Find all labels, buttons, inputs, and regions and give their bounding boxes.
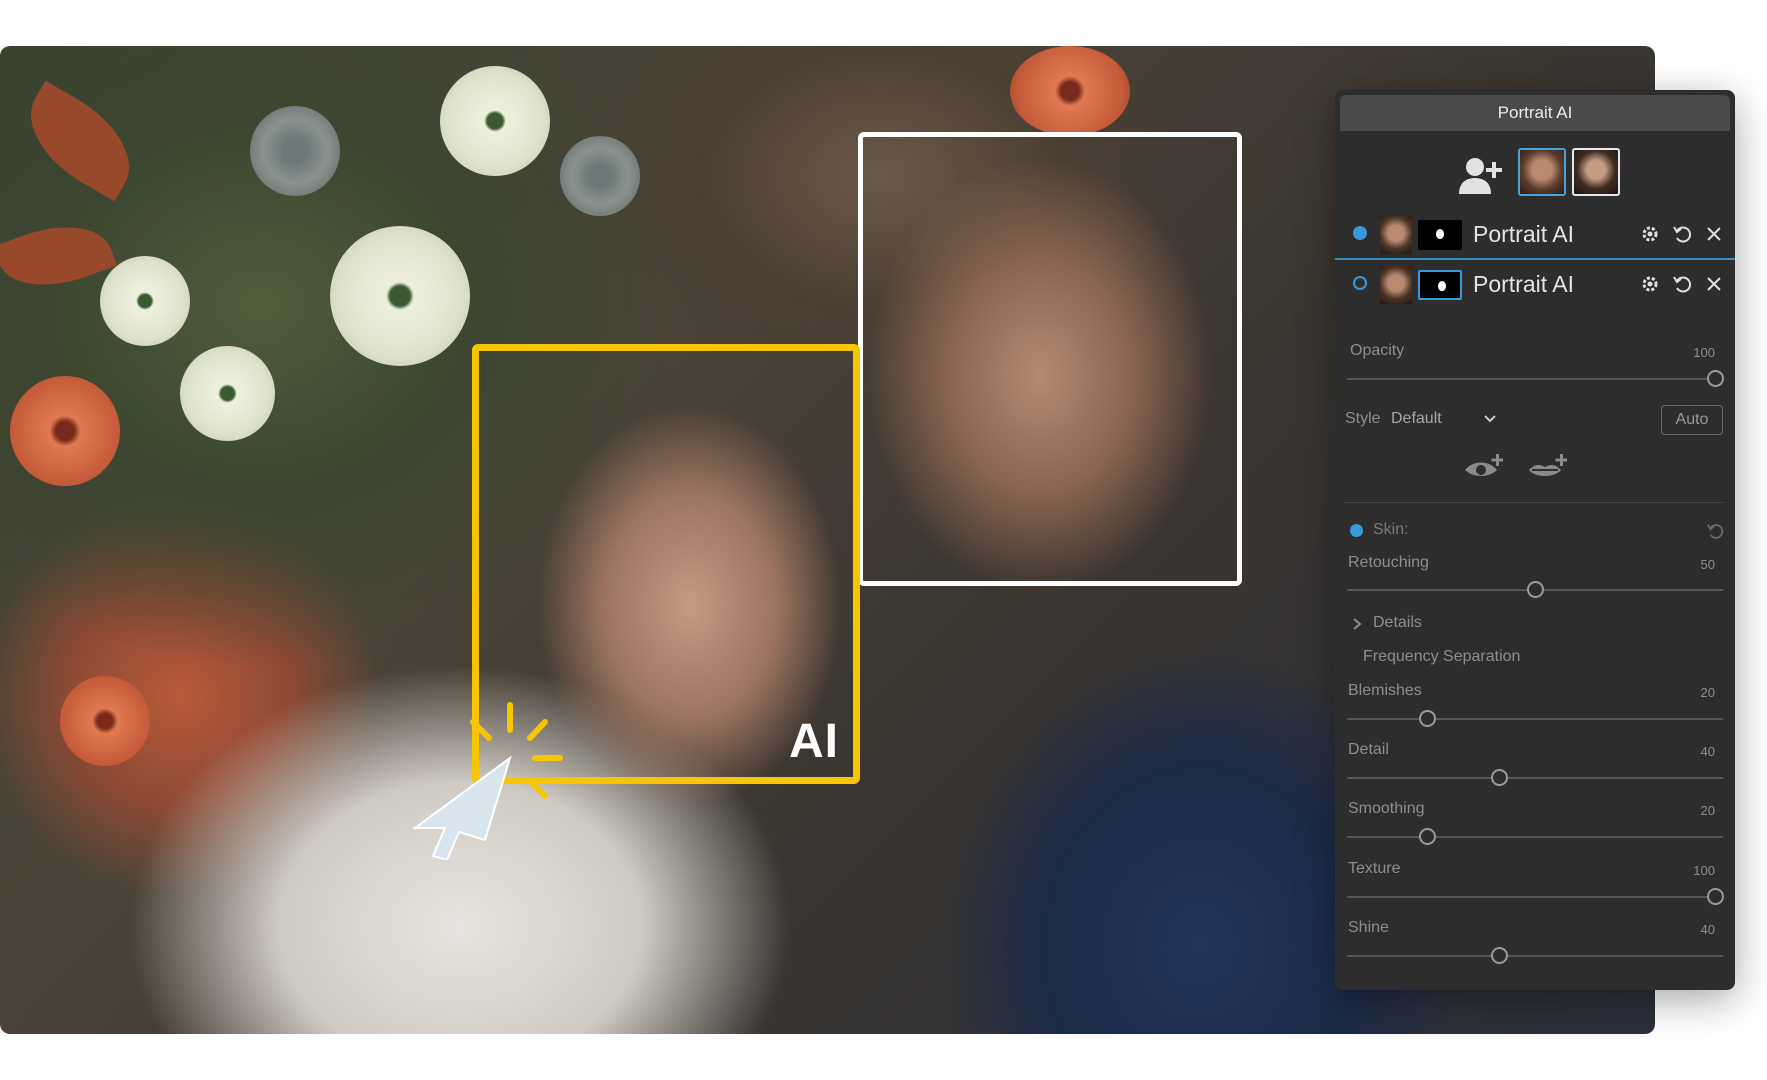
flower-decoration [330,226,470,366]
flower-decoration [440,66,550,176]
portrait-ai-panel: Portrait AI Portrait AI Portrait AI Opac… [1335,90,1735,990]
reset-icon[interactable] [1705,521,1725,546]
retouching-label: Retouching [1348,554,1429,571]
frequency-separation-label: Frequency Separation [1363,648,1521,665]
face-selector [1335,148,1735,208]
style-row: Style Default Auto [1345,405,1725,435]
gear-icon[interactable] [1639,273,1661,295]
flower-decoration [100,256,190,346]
smoothing-value: 20 [1700,803,1715,818]
layer-row[interactable]: Portrait AI [1335,260,1735,308]
auto-button[interactable]: Auto [1661,405,1723,435]
flower-decoration [560,136,640,216]
detail-label: Detail [1348,741,1389,758]
retouching-slider[interactable] [1347,581,1723,598]
blemishes-label: Blemishes [1348,682,1422,699]
detail-value: 40 [1700,744,1715,759]
detected-face-frame[interactable] [858,132,1242,586]
smoothing-slider[interactable] [1347,828,1723,845]
close-icon[interactable] [1703,273,1725,295]
slider-knob[interactable] [1707,370,1724,387]
opacity-slider[interactable] [1347,370,1724,387]
add-lips-icon[interactable] [1527,452,1568,487]
face-thumbnail-man[interactable] [1572,148,1620,196]
layer-thumbnail [1380,266,1412,304]
face-thumbnail-woman[interactable] [1518,148,1566,196]
shine-value: 40 [1700,922,1715,937]
chevron-right-icon[interactable] [1351,616,1363,637]
blemishes-slider[interactable] [1347,710,1723,727]
layer-name: Portrait AI [1473,271,1574,297]
flower-decoration [250,106,340,196]
layer-thumbnail [1380,216,1412,254]
style-dropdown[interactable]: Default [1391,410,1442,428]
slider-knob[interactable] [1707,888,1724,905]
opacity-label: Opacity [1350,342,1405,359]
flower-decoration [10,376,120,486]
retouching-value: 50 [1700,557,1715,572]
texture-slider[interactable] [1347,888,1724,905]
slider-knob[interactable] [1419,710,1436,727]
texture-value: 100 [1693,863,1715,878]
layer-visibility-dot[interactable] [1353,276,1367,290]
slider-knob[interactable] [1491,947,1508,964]
reset-icon[interactable] [1671,223,1693,245]
smoothing-label: Smoothing [1348,800,1425,817]
chevron-down-icon[interactable] [1482,411,1498,432]
blemishes-value: 20 [1700,685,1715,700]
shine-label: Shine [1348,919,1389,936]
texture-label: Texture [1348,860,1401,877]
add-face-icon[interactable] [1457,156,1505,201]
detail-slider[interactable] [1347,769,1723,786]
leaf-decoration [0,208,117,304]
close-icon[interactable] [1703,223,1725,245]
flower-decoration [180,346,275,441]
flower-decoration [1010,46,1130,136]
layer-mask-thumbnail[interactable] [1418,220,1462,250]
layer-row[interactable]: Portrait AI [1335,210,1735,260]
slider-knob[interactable] [1491,769,1508,786]
skin-label: Skin: [1373,521,1409,538]
slider-knob[interactable] [1419,828,1436,845]
gear-icon[interactable] [1639,223,1661,245]
reset-icon[interactable] [1671,273,1693,295]
style-label: Style [1345,410,1381,427]
divider [1345,502,1725,503]
ai-badge: AI [789,715,839,768]
details-toggle[interactable]: Details [1373,614,1422,632]
layer-name: Portrait AI [1473,221,1574,247]
layer-mask-thumbnail[interactable] [1418,270,1462,300]
panel-title: Portrait AI [1340,95,1730,131]
cursor-arrow-icon [405,700,585,862]
slider-knob[interactable] [1527,581,1544,598]
skin-toggle-dot[interactable] [1350,524,1363,537]
add-eye-icon[interactable] [1463,452,1504,487]
leaf-decoration [10,80,150,202]
layer-visibility-dot[interactable] [1353,226,1367,240]
shine-slider[interactable] [1347,947,1723,964]
opacity-value: 100 [1693,345,1715,360]
flower-decoration [60,676,150,766]
